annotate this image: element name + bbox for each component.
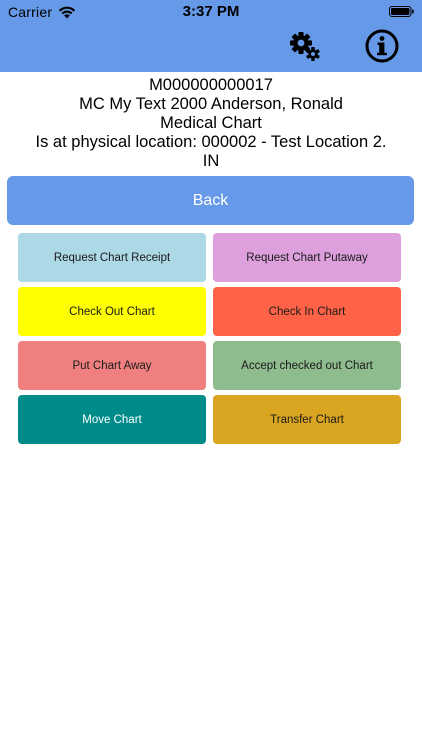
- gear-icon[interactable]: [288, 29, 322, 63]
- navigation-bar: Carrier 3:37 PM: [0, 0, 422, 72]
- chart-owner: MC My Text 2000 Anderson, Ronald: [79, 95, 343, 113]
- check-out-chart-button[interactable]: Check Out Chart: [18, 287, 206, 336]
- chart-details: M000000000017 MC My Text 2000 Anderson, …: [0, 76, 422, 171]
- app-screen: Carrier 3:37 PM M000000000017 MC My Text…: [0, 0, 422, 750]
- chart-location: Is at physical location: 000002 - Test L…: [35, 133, 387, 151]
- accept-checked-out-chart-button[interactable]: Accept checked out Chart: [213, 341, 401, 390]
- request-chart-putaway-button[interactable]: Request Chart Putaway: [213, 233, 401, 282]
- status-bar: Carrier 3:37 PM: [0, 0, 422, 24]
- check-in-chart-button[interactable]: Check In Chart: [213, 287, 401, 336]
- chart-status: IN: [202, 152, 220, 170]
- move-chart-button[interactable]: Move Chart: [18, 395, 206, 444]
- put-chart-away-button[interactable]: Put Chart Away: [18, 341, 206, 390]
- info-icon[interactable]: [365, 29, 399, 63]
- chart-type: Medical Chart: [160, 114, 262, 132]
- chart-id: M000000000017: [149, 76, 273, 94]
- transfer-chart-button[interactable]: Transfer Chart: [213, 395, 401, 444]
- back-button[interactable]: Back: [7, 176, 414, 225]
- status-time: 3:37 PM: [182, 3, 240, 20]
- request-chart-receipt-button[interactable]: Request Chart Receipt: [18, 233, 206, 282]
- chart-action-grid: Request Chart Receipt Request Chart Puta…: [18, 233, 402, 444]
- battery-icon: [389, 6, 414, 17]
